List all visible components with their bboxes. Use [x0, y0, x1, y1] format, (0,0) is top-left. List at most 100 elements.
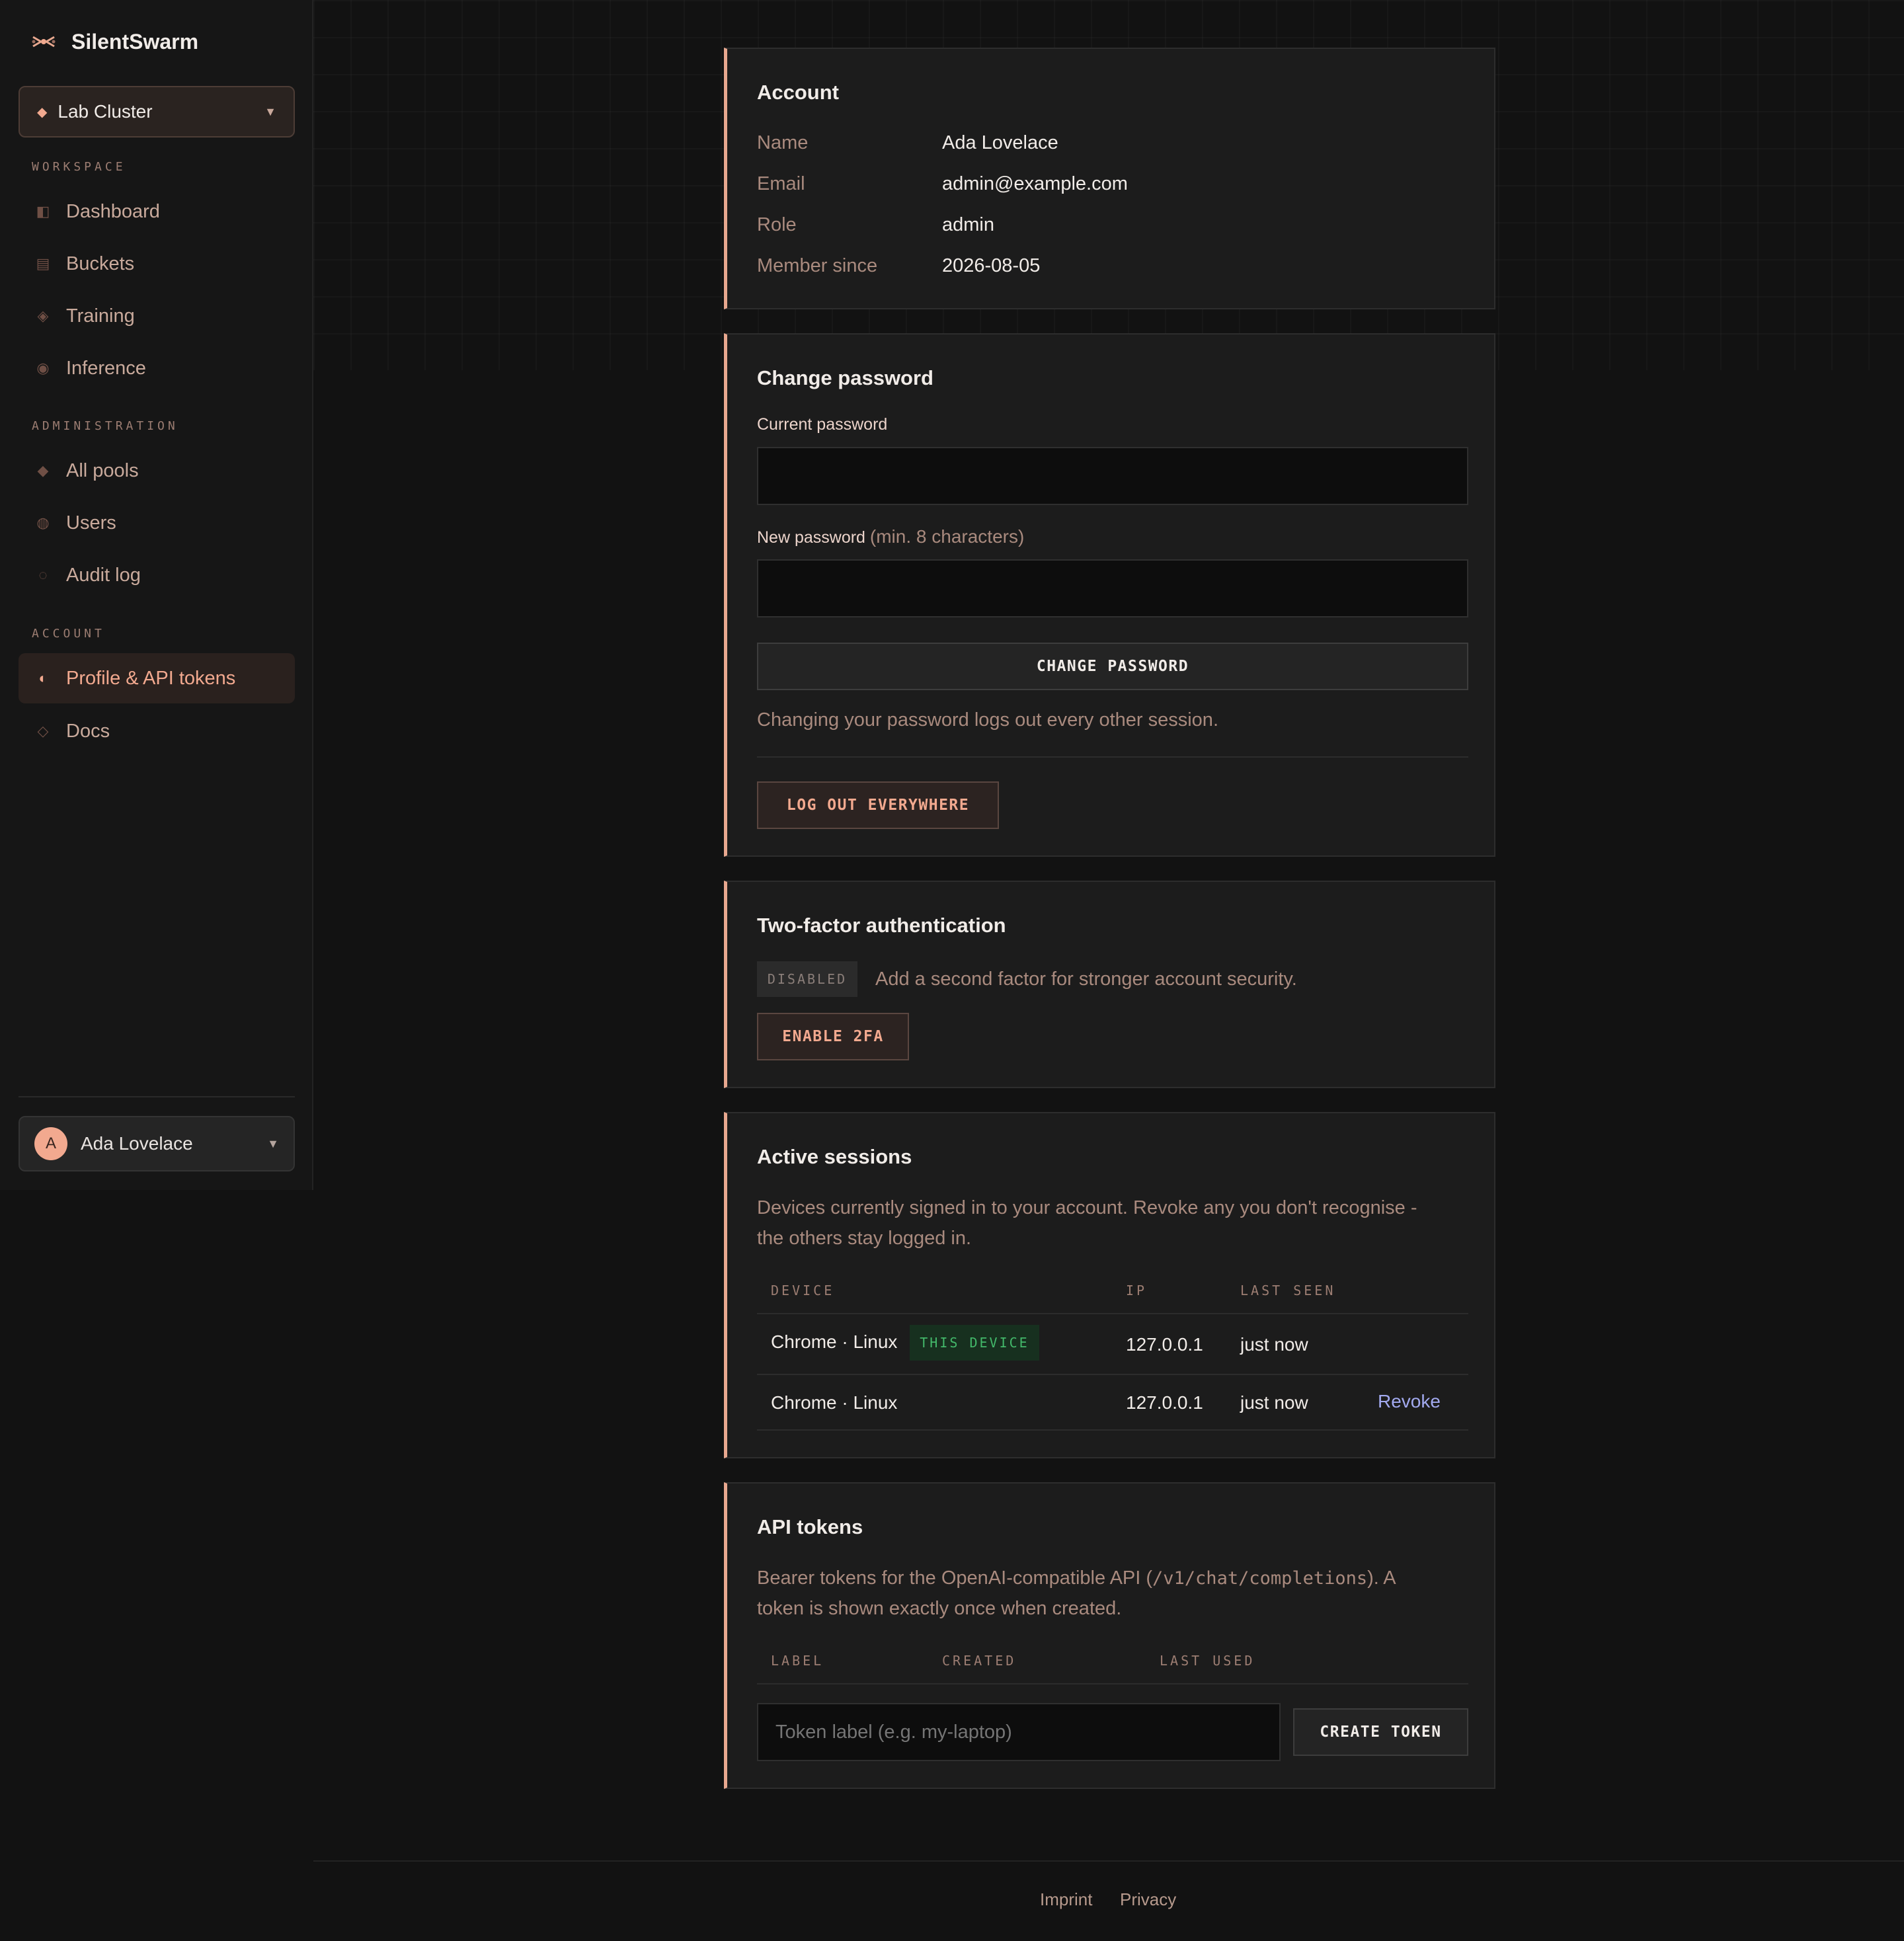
sidebar-item-label: Buckets [66, 253, 135, 274]
account-value-member-since: 2026-08-05 [942, 255, 1041, 276]
chevron-down-icon: ▼ [264, 104, 276, 118]
sessions-row-divider [757, 1374, 1468, 1375]
account-title: Account [757, 81, 839, 104]
active-sessions-description-line-1: Devices currently signed in to your acco… [757, 1197, 1417, 1218]
user-menu[interactable]: A Ada Lovelace ▼ [19, 1116, 295, 1171]
cluster-select-value: Lab Cluster [58, 101, 153, 122]
training-icon: ◈ [37, 307, 49, 324]
account-label-role: Role [757, 214, 797, 235]
api-tokens-card: API tokens Bearer tokens for the OpenAI-… [724, 1482, 1495, 1789]
revoke-session-link[interactable]: Revoke [1378, 1391, 1441, 1412]
swarm-logo-icon [32, 36, 56, 48]
account-label-member-since: Member since [757, 255, 878, 276]
column-header-created: CREATED [942, 1653, 1017, 1669]
current-password-input[interactable] [757, 447, 1468, 505]
change-password-title: Change password [757, 366, 933, 389]
api-tokens-description-pre: Bearer tokens for the OpenAI-compatible … [757, 1567, 1153, 1589]
change-password-button[interactable]: CHANGE PASSWORD [757, 643, 1468, 690]
audit-icon: ◌ [38, 567, 48, 583]
sidebar-item-buckets[interactable]: ▤ Buckets [19, 239, 295, 289]
cluster-select[interactable]: ◆ Lab Cluster ▼ [19, 86, 295, 138]
new-password-hint: (min. 8 characters) [869, 526, 1025, 547]
change-password-note: Changing your password logs out every ot… [757, 709, 1218, 731]
account-value-role: admin [942, 214, 994, 235]
users-icon: ◍ [36, 514, 50, 531]
account-value-name: Ada Lovelace [942, 132, 1058, 153]
session-ip: 127.0.0.1 [1126, 1392, 1203, 1413]
api-endpoint-code: /v1/chat/completions [1152, 1568, 1368, 1589]
new-password-label: New password (min. 8 characters) [757, 526, 1024, 547]
buckets-icon: ▤ [36, 255, 50, 272]
sessions-header-divider [757, 1313, 1468, 1314]
sidebar-item-audit-log[interactable]: ◌ Audit log [19, 550, 295, 600]
section-label-account: ACCOUNT [32, 627, 105, 641]
cluster-diamond-icon: ◆ [37, 104, 48, 120]
account-value-email: admin@example.com [942, 173, 1128, 194]
avatar: A [34, 1127, 67, 1160]
section-label-administration: ADMINISTRATION [32, 419, 178, 433]
sidebar-item-all-pools[interactable]: ◆ All pools [19, 446, 295, 496]
active-sessions-card: Active sessions Devices currently signed… [724, 1112, 1495, 1458]
column-header-ip: IP [1126, 1283, 1148, 1298]
brand-name: SilentSwarm [71, 29, 199, 54]
sidebar-item-users[interactable]: ◍ Users [19, 498, 295, 548]
session-device: Chrome · Linux [771, 1331, 898, 1352]
sidebar-item-label: Audit log [66, 564, 141, 586]
new-password-label-text: New password [757, 528, 865, 547]
account-label-email: Email [757, 173, 805, 194]
session-device: Chrome · Linux [771, 1392, 898, 1413]
current-password-label: Current password [757, 415, 888, 434]
active-sessions-title: Active sessions [757, 1145, 912, 1168]
footer-divider [313, 1860, 1904, 1862]
sidebar-item-dashboard[interactable]: ◧ Dashboard [19, 186, 295, 237]
column-header-label: LABEL [771, 1653, 824, 1669]
profile-icon: ◐ [38, 670, 48, 686]
sessions-row-divider [757, 1429, 1468, 1431]
sidebar-item-docs[interactable]: ◇ Docs [19, 706, 295, 756]
session-ip: 127.0.0.1 [1126, 1334, 1203, 1355]
api-tokens-description-post: ). A [1367, 1567, 1396, 1589]
two-factor-status-badge: DISABLED [757, 961, 857, 997]
api-tokens-title: API tokens [757, 1515, 863, 1538]
column-header-device: DEVICE [771, 1283, 835, 1298]
sidebar-item-label: Docs [66, 720, 110, 742]
footer-privacy-link[interactable]: Privacy [1120, 1889, 1176, 1910]
sidebar-item-training[interactable]: ◈ Training [19, 291, 295, 341]
two-factor-title: Two-factor authentication [757, 914, 1006, 937]
section-label-workspace: WORKSPACE [32, 160, 126, 174]
sidebar-item-label: Inference [66, 357, 146, 379]
create-token-button[interactable]: CREATE TOKEN [1293, 1708, 1468, 1756]
account-label-name: Name [757, 132, 809, 153]
session-last-seen: just now [1240, 1392, 1308, 1413]
column-header-last-seen: LAST SEEN [1240, 1283, 1336, 1298]
change-password-card: Change password Current password New pas… [724, 333, 1495, 857]
log-out-everywhere-button[interactable]: LOG OUT EVERYWHERE [757, 781, 999, 829]
column-header-last-used: LAST USED [1160, 1653, 1255, 1669]
tokens-header-divider [757, 1683, 1468, 1684]
sidebar-item-profile[interactable]: ◐ Profile & API tokens [19, 653, 295, 703]
api-tokens-description-line-1: Bearer tokens for the OpenAI-compatible … [757, 1563, 1396, 1594]
api-tokens-description-line-2: token is shown exactly once when created… [757, 1598, 1122, 1619]
sidebar-item-label: Training [66, 305, 135, 327]
change-password-divider [757, 756, 1468, 758]
token-label-input[interactable] [757, 1703, 1281, 1761]
user-menu-name: Ada Lovelace [81, 1133, 193, 1154]
sidebar-item-label: Dashboard [66, 200, 160, 222]
brand[interactable]: SilentSwarm [30, 26, 198, 57]
enable-2fa-button[interactable]: ENABLE 2FA [757, 1013, 909, 1060]
footer-imprint-link[interactable]: Imprint [1040, 1889, 1092, 1910]
docs-icon: ◇ [37, 723, 49, 739]
sidebar-divider [19, 1096, 295, 1097]
new-password-input[interactable] [757, 559, 1468, 617]
sidebar-item-inference[interactable]: ◉ Inference [19, 343, 295, 393]
dashboard-icon: ◧ [36, 203, 50, 219]
inference-icon: ◉ [36, 360, 50, 376]
sidebar-item-label: Profile & API tokens [66, 667, 236, 689]
two-factor-card: Two-factor authentication DISABLED Add a… [724, 881, 1495, 1088]
active-sessions-description-line-2: the others stay logged in. [757, 1228, 972, 1249]
sidebar-item-label: All pools [66, 459, 139, 481]
chevron-down-icon: ▼ [267, 1136, 279, 1150]
sidebar: SilentSwarm ◆ Lab Cluster ▼ WORKSPACE ◧ … [0, 0, 313, 1190]
two-factor-description: Add a second factor for stronger account… [875, 969, 1297, 990]
this-device-badge: THIS DEVICE [910, 1325, 1039, 1361]
